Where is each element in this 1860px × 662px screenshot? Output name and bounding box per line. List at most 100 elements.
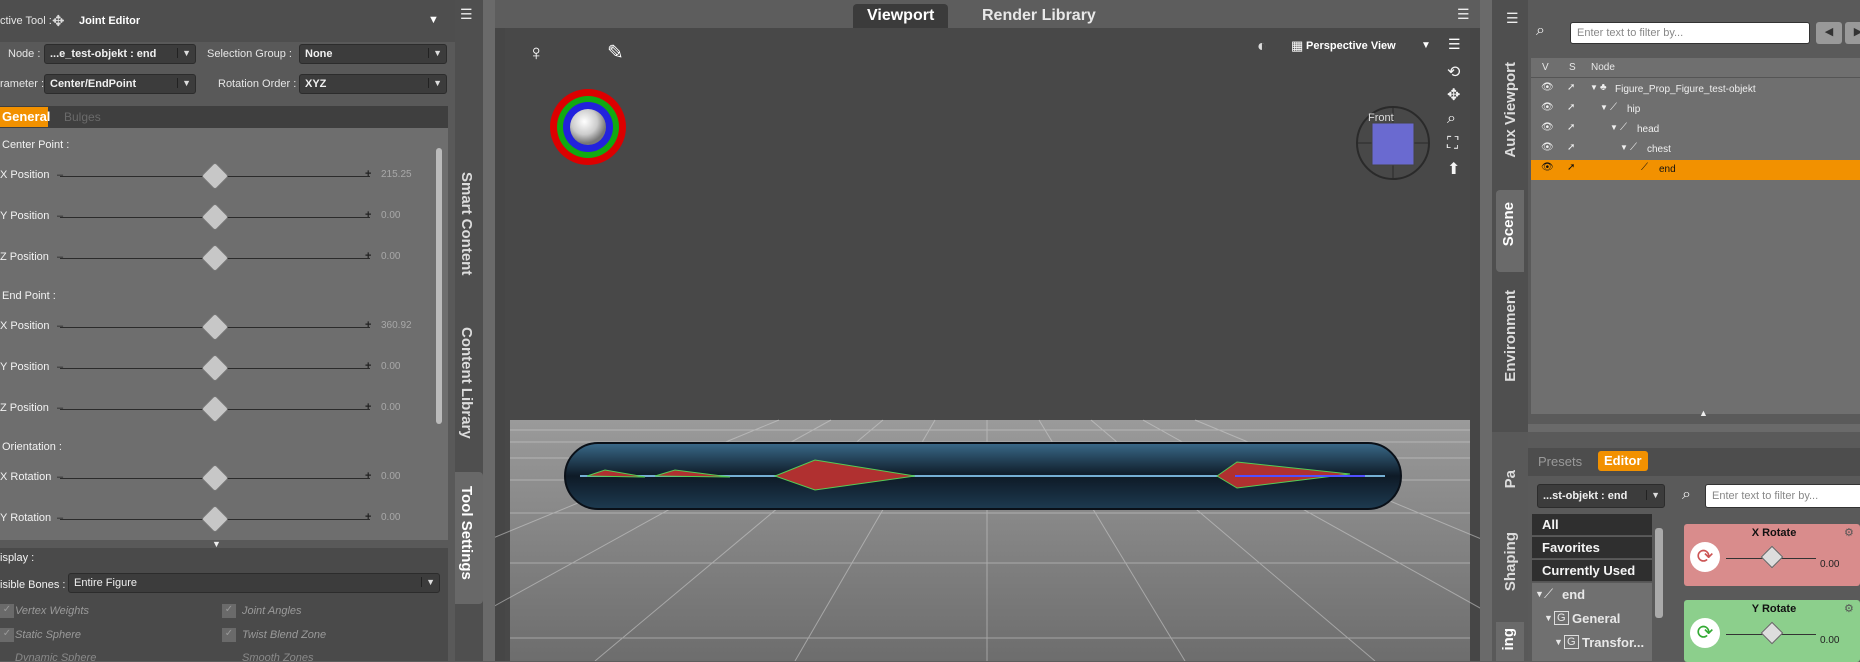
scene-row-end-selected[interactable]: 👁 ➚ ⟋ end [1531,160,1860,180]
chevron-down-icon[interactable]: ▼ [1535,589,1544,599]
tab-smart-content[interactable]: Smart Content [458,172,475,275]
cursor-icon[interactable]: ➚ [1567,162,1575,173]
slider-center-y[interactable]: Y Position – +0.00 [0,202,440,232]
tab-aux-viewport[interactable]: Aux Viewport [1502,62,1519,158]
slider-knob[interactable] [200,353,230,383]
visible-bones-dropdown[interactable]: Entire Figure ▼ [68,573,440,593]
cursor-icon[interactable]: ➚ [1567,82,1575,93]
params-node-dropdown[interactable]: ...st-objekt : end ▼ [1537,484,1665,508]
tab-bulges[interactable]: Bulges [64,110,101,124]
chevron-down-icon[interactable]: ▼ [1600,103,1608,112]
col-visible[interactable]: V [1542,62,1549,73]
figure-select-icon[interactable]: ♀ [528,40,545,66]
chevron-down-icon[interactable]: ▼ [1620,143,1628,152]
slider-value[interactable]: 0.00 [381,512,400,523]
dolly-icon[interactable]: ⬆ [1447,159,1460,179]
eye-icon[interactable]: 👁 [1541,122,1554,133]
scene-row-head[interactable]: 👁 ➚ ▼ ⟋ head [1531,120,1860,140]
tab-environment[interactable]: Environment [1502,290,1519,382]
panel-menu-icon[interactable]: ☰ [1457,6,1470,23]
checkbox[interactable]: ✓ [222,628,236,642]
tab-scene-bg[interactable]: Scene [1496,190,1524,272]
frame-icon[interactable]: ⛶ [1447,135,1458,153]
panel-menu-icon[interactable]: ☰ [1506,10,1519,27]
tab-general[interactable]: General [0,107,50,127]
next-button[interactable]: ▶ [1845,22,1860,44]
gear-icon[interactable]: ⚙ [1844,526,1854,539]
cursor-icon[interactable]: ➚ [1567,122,1575,133]
scene-row-figure[interactable]: 👁 ➚ ▼ ♣ Figure_Prop_Figure_test-objekt [1531,80,1860,100]
checkbox[interactable]: ✓ [0,628,14,642]
slider-knob[interactable] [200,202,230,232]
tab-posing[interactable]: ing [1500,628,1517,651]
tab-presets[interactable]: Presets [1538,454,1582,469]
slider-knob[interactable] [200,243,230,273]
tool-menu-arrow-icon[interactable]: ▼ [428,14,439,26]
chevron-up-icon[interactable]: ▲ [1699,408,1708,418]
checkbox[interactable]: ✓ [0,604,14,618]
eye-icon[interactable]: 👁 [1541,142,1554,153]
chevron-down-icon[interactable]: ▼ [1610,123,1618,132]
rotate-icon[interactable]: ⟳ [1690,618,1720,648]
slider-value[interactable]: 0.00 [381,361,400,372]
node-dropdown[interactable]: ...e_test-objekt : end ▼ [44,44,196,64]
chevron-down-icon[interactable]: ▼ [1554,637,1563,647]
view-mode-label[interactable]: Perspective View [1306,40,1396,52]
slider-value[interactable]: 0.00 [381,471,400,482]
cursor-icon[interactable]: ➚ [1567,142,1575,153]
tab-posing-bg[interactable]: ing [1496,622,1524,661]
slider-value[interactable]: 215.25 [381,169,412,180]
scene-row-chest[interactable]: 👁 ➚ ▼ ⟋ chest [1531,140,1860,160]
splitter-horizontal[interactable] [1528,424,1860,432]
3d-viewport[interactable]: Front ♀ ✎ ◐ ▦ Perspective View ▼ ☰ ⟲ ✥ ⌕… [495,28,1480,661]
slider-value[interactable]: 0.00 [381,251,400,262]
tab-parameters[interactable]: Pa [1502,470,1519,488]
checkbox[interactable]: ✓ [222,604,236,618]
slider-knob[interactable] [200,161,230,191]
slider-end-y[interactable]: Y Position – +0.00 [0,353,440,383]
param-card-x-rotate[interactable]: X Rotate ⟳ 0.00 ⚙ [1684,524,1860,586]
col-node[interactable]: Node [1591,62,1615,73]
category-currently-used[interactable]: Currently Used [1532,560,1652,582]
slider-center-x[interactable]: X Position – +215.25 [0,161,440,191]
cursor-icon[interactable]: ➚ [1567,102,1575,113]
tab-viewport[interactable]: Viewport [853,4,949,28]
slider-center-z[interactable]: Z Position – +0.00 [0,243,440,273]
rotate-icon[interactable]: ⟳ [1690,542,1720,572]
scene-row-hip[interactable]: 👁 ➚ ▼ ⟋ hip [1531,100,1860,120]
chevron-down-icon[interactable]: ▼ [1544,613,1553,623]
eye-icon[interactable]: 👁 [1541,102,1554,113]
chevron-down-icon[interactable]: ▼ [1590,83,1598,92]
rotation-order-dropdown[interactable]: XYZ ▼ [299,74,447,94]
scrollbar[interactable] [1655,528,1663,618]
panel-menu-icon[interactable]: ☰ [460,6,473,23]
tab-scene[interactable]: Scene [1500,202,1517,246]
param-card-y-rotate[interactable]: Y Rotate ⟳ 0.00 ⚙ [1684,600,1860,662]
pan-icon[interactable]: ✥ [1447,85,1460,105]
tab-shaping[interactable]: Shaping [1502,532,1519,591]
eye-icon[interactable]: 👁 [1541,82,1554,93]
param-tree-transforms[interactable]: Transfor... [1582,635,1644,650]
slider-knob[interactable] [1760,545,1784,569]
slider-knob[interactable] [1760,621,1784,645]
tab-render-library[interactable]: Render Library [968,4,1110,28]
chevron-down-icon[interactable]: ▼ [1421,40,1431,51]
prev-button[interactable]: ◀ [1816,22,1842,44]
tab-content-library[interactable]: Content Library [458,327,475,439]
tab-editor[interactable]: Editor [1598,451,1648,471]
slider-knob[interactable] [200,504,230,534]
tab-tool-settings[interactable]: Tool Settings [458,486,475,580]
slider-rot-x[interactable]: X Rotation – +0.00 [0,463,440,493]
slider-value[interactable]: 360.92 [381,320,412,331]
param-card-value[interactable]: 0.00 [1820,559,1839,570]
gear-icon[interactable]: ⚙ [1844,602,1854,615]
param-tree-end[interactable]: end [1562,587,1585,602]
slider-rot-y[interactable]: Y Rotation – +0.00 [0,504,440,534]
eye-icon[interactable]: 👁 [1541,162,1554,173]
slider-knob[interactable] [200,463,230,493]
pin-icon[interactable]: ✎ [607,40,624,65]
orbit-icon[interactable]: ⟲ [1447,62,1460,82]
shading-sphere-icon[interactable]: ◐ [1257,38,1267,56]
params-filter-input[interactable]: Enter text to filter by... [1705,484,1860,508]
tab-tool-settings-bg[interactable]: Tool Settings [455,472,483,604]
